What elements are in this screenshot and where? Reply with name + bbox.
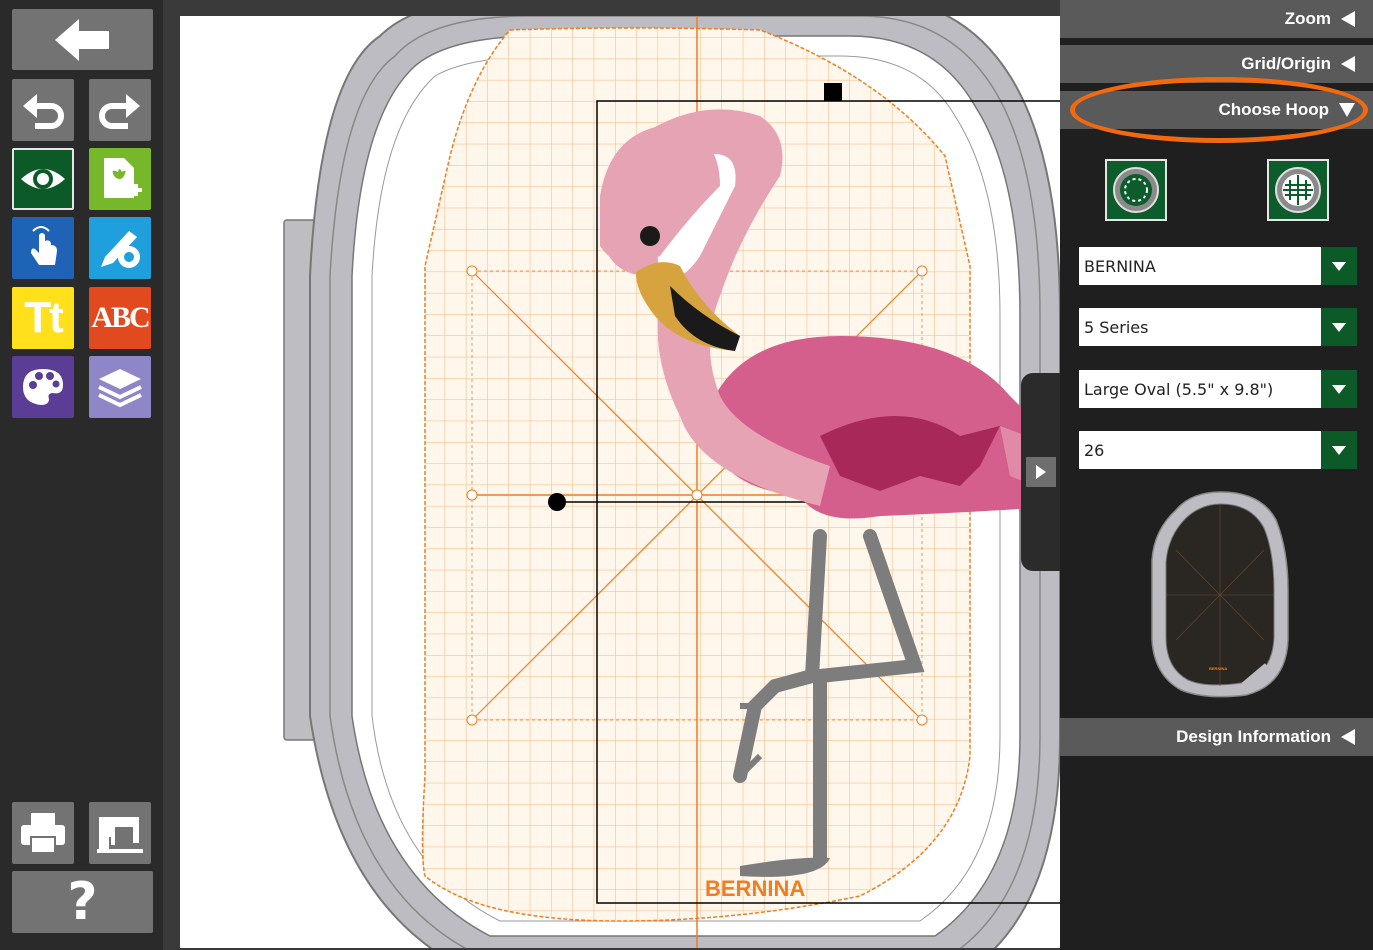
move-handle[interactable] <box>548 493 566 511</box>
chevron-down-icon <box>1332 322 1346 332</box>
choose-hoop-header[interactable]: Choose Hoop <box>1060 91 1373 129</box>
dropdown-button[interactable] <box>1321 247 1357 285</box>
play-arrow-icon <box>1036 465 1046 479</box>
colors-button[interactable] <box>12 356 74 418</box>
redo-button[interactable] <box>89 79 151 141</box>
add-design-button[interactable] <box>89 148 151 210</box>
monogram-button[interactable]: ABC <box>89 287 151 349</box>
send-to-machine-button[interactable] <box>89 802 151 864</box>
chevron-down-icon <box>1332 445 1346 455</box>
hoop-preview-image: BERNINA <box>1151 491 1289 698</box>
design-canvas[interactable]: BERNINA <box>180 16 1060 948</box>
dropdown-button[interactable] <box>1321 308 1357 346</box>
hoop-size-select-value: Large Oval (5.5" x 9.8") <box>1084 379 1274 399</box>
collapse-arrow-icon <box>1341 729 1355 745</box>
expand-arrow-icon <box>1339 103 1355 117</box>
brand-select[interactable]: BERNINA <box>1079 247 1357 285</box>
pencil-gear-icon <box>101 231 140 268</box>
select-button[interactable] <box>12 217 74 279</box>
palette-icon <box>23 369 63 405</box>
chevron-down-icon <box>1332 384 1346 394</box>
preview-logo: BERNINA <box>1209 666 1227 671</box>
design-information-label: Design Information <box>1176 727 1331 746</box>
back-arrow-icon <box>54 18 109 61</box>
dropdown-button[interactable] <box>1321 431 1357 469</box>
undo-icon <box>23 94 64 129</box>
back-button[interactable] <box>12 9 153 70</box>
layers-button[interactable] <box>89 356 151 418</box>
print-button[interactable] <box>12 802 74 864</box>
collapse-arrow-icon <box>1341 56 1355 72</box>
design-information-header[interactable]: Design Information <box>1060 718 1373 756</box>
series-select[interactable]: 5 Series <box>1079 308 1357 346</box>
left-toolbar: Tt ABC ? <box>0 0 163 950</box>
series-select-value: 5 Series <box>1084 317 1149 337</box>
eye-icon <box>21 169 65 189</box>
sewing-machine-icon <box>97 817 143 853</box>
oval-hoop-button[interactable] <box>1105 159 1167 221</box>
zoom-header[interactable]: Zoom <box>1060 0 1373 38</box>
undo-button[interactable] <box>12 79 74 141</box>
dropdown-button[interactable] <box>1321 370 1357 408</box>
help-label: ? <box>67 872 98 932</box>
choose-hoop-label: Choose Hoop <box>1218 100 1330 119</box>
hoop-size-select[interactable]: Large Oval (5.5" x 9.8") <box>1079 370 1357 408</box>
grid-origin-header[interactable]: Grid/Origin <box>1060 45 1373 83</box>
hoop-grid-icon <box>1275 167 1321 213</box>
preview-button[interactable] <box>12 148 74 210</box>
layers-icon <box>98 369 142 408</box>
grid-hoop-button[interactable] <box>1267 159 1329 221</box>
chevron-down-icon <box>1332 261 1346 271</box>
redo-icon <box>99 94 140 129</box>
text-tool-label: Tt <box>24 293 64 342</box>
hoop-workspace: BERNINA <box>283 16 1060 948</box>
hand-pointer-icon <box>31 226 57 265</box>
edit-button[interactable] <box>89 217 151 279</box>
hoop-logo: BERNINA <box>705 876 805 901</box>
brand-select-value: BERNINA <box>1084 256 1156 276</box>
right-panel: Zoom Grid/Origin Choose Hoop BERNINA 5 S… <box>1060 0 1373 950</box>
grid-origin-label: Grid/Origin <box>1241 54 1331 73</box>
printer-icon <box>21 813 65 854</box>
monogram-label: ABC <box>91 301 150 334</box>
collapse-arrow-icon <box>1341 11 1355 27</box>
hoop-ring-icon <box>1113 167 1159 213</box>
hoop-number-select[interactable]: 26 <box>1079 431 1357 469</box>
hoop-number-select-value: 26 <box>1084 440 1105 460</box>
zoom-label: Zoom <box>1284 9 1331 28</box>
help-button[interactable]: ? <box>12 871 153 933</box>
text-button[interactable]: Tt <box>12 287 74 349</box>
add-design-icon <box>104 158 142 198</box>
expand-panel-button[interactable] <box>1026 457 1056 487</box>
rotate-handle[interactable] <box>824 83 842 101</box>
